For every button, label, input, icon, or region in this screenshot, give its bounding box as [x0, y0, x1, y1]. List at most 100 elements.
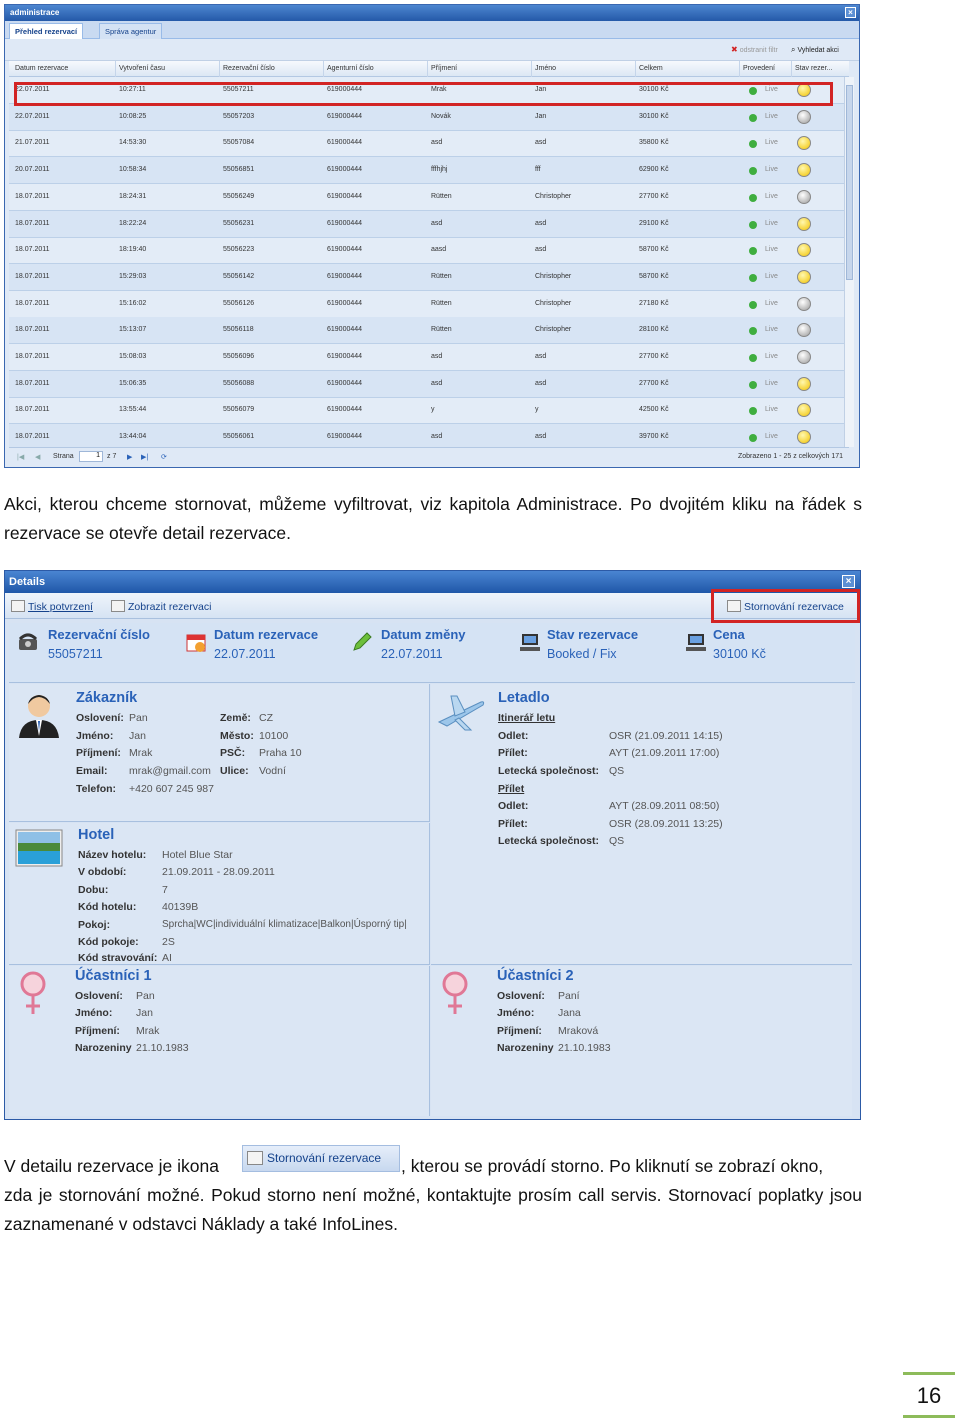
column-header[interactable]: Příjmení — [431, 65, 457, 72]
arrival-value: AYT (21.09.2011 17:00) — [609, 747, 720, 759]
table-cell-surname: Novák — [431, 112, 451, 120]
column-header[interactable]: Jméno — [535, 65, 556, 72]
grid-scrollbar[interactable] — [844, 77, 854, 447]
column-separator[interactable] — [427, 61, 428, 77]
smiley-yellow-icon[interactable] — [797, 269, 811, 284]
column-separator[interactable] — [323, 61, 324, 77]
table-cell-res: 55056061 — [223, 433, 255, 441]
smiley-yellow-icon[interactable] — [797, 216, 811, 231]
column-header[interactable]: Provedení — [743, 65, 775, 72]
details-window: Details × Tisk potvrzení Zobrazit rezerv… — [4, 570, 861, 1120]
printer-icon — [11, 600, 25, 612]
column-header[interactable]: Stav rezer... — [795, 65, 832, 72]
refresh-icon[interactable]: ⟳ — [161, 453, 167, 461]
table-row[interactable]: 18.07.2011 18:24:31 55056249 619000444 Rütte… — [9, 184, 849, 211]
column-separator[interactable] — [531, 61, 532, 77]
smiley-gray-icon[interactable] — [797, 323, 811, 338]
p1-name-value: Jan — [136, 1007, 153, 1019]
clear-filter-button[interactable]: ✖ odstranit filtr — [731, 45, 778, 54]
column-separator[interactable] — [635, 61, 636, 77]
phone-icon — [18, 633, 38, 650]
status-dot-icon — [749, 220, 757, 229]
table-row[interactable]: 18.07.2011 15:08:03 55056096 619000444 asd as… — [9, 344, 849, 371]
table-row[interactable]: 18.07.2011 13:44:04 55056061 619000444 asd as… — [9, 424, 849, 447]
table-cell-surname: asd — [431, 353, 443, 360]
airline-value: QS — [609, 765, 625, 777]
table-row[interactable]: 18.07.2011 15:13:07 55056118 619000444 Rütte… — [9, 317, 849, 345]
column-separator[interactable] — [791, 61, 792, 77]
column-separator[interactable] — [219, 61, 220, 77]
p1-surname-label: Příjmení: — [75, 1025, 120, 1037]
smiley-gray-icon[interactable] — [797, 350, 811, 364]
table-cell-time: 18:19:40 — [119, 246, 147, 254]
change-date-value: 22.07.2011 — [381, 647, 443, 661]
price-value: 30100 Kč — [713, 647, 766, 661]
next-page-icon[interactable]: ▶ — [127, 453, 132, 461]
table-row[interactable]: 18.07.2011 15:16:02 55056126 619000444 Rütte… — [9, 291, 849, 318]
tab-agency-management[interactable]: Správa agentur — [99, 23, 163, 39]
prev-page-icon[interactable]: ◀ — [35, 453, 40, 461]
table-cell-total: 27700 Kč — [639, 353, 669, 360]
smiley-yellow-icon[interactable] — [797, 243, 811, 258]
table-cell-name: asd — [535, 246, 547, 254]
smiley-gray-icon[interactable] — [797, 296, 811, 311]
tab-reservations-overview[interactable]: Přehled rezervací — [9, 23, 84, 40]
table-row[interactable]: 18.07.2011 18:19:40 55056223 619000444 aasd a… — [9, 237, 849, 265]
column-header[interactable]: Agenturní číslo — [327, 65, 374, 72]
show-reservation-button[interactable]: Zobrazit rezervaci — [111, 600, 211, 613]
search-action-button[interactable]: ⌕ Vyhledat akci — [791, 45, 839, 55]
table-cell-total: 62900 Kč — [639, 166, 669, 174]
smiley-yellow-icon[interactable] — [797, 403, 811, 418]
table-row[interactable]: 22.07.2011 10:08:25 55057203 619000444 Novák… — [9, 103, 849, 131]
status-dot-icon — [749, 407, 757, 416]
smiley-yellow-icon[interactable] — [797, 376, 811, 391]
column-separator[interactable] — [739, 61, 740, 77]
smiley-gray-icon[interactable] — [797, 189, 811, 204]
table-cell-status: Live — [765, 166, 778, 174]
page-label: Strana — [53, 453, 74, 460]
print-confirmation-button[interactable]: Tisk potvrzení — [11, 600, 93, 613]
column-header[interactable]: Vytvoření času — [119, 65, 165, 72]
table-row[interactable]: 18.07.2011 15:06:35 55056088 619000444 asd as… — [9, 370, 849, 398]
table-cell-surname: asd — [431, 139, 443, 147]
column-separator[interactable] — [115, 61, 116, 77]
page-input[interactable]: 1 — [79, 451, 103, 462]
table-cell-agency: 619000444 — [327, 406, 363, 414]
column-header[interactable]: Datum rezervace — [15, 65, 68, 72]
table-cell-date: 18.07.2011 — [15, 246, 50, 254]
table-cell-agency: 619000444 — [327, 246, 363, 254]
itinerary-link[interactable]: Itinerář letu — [498, 712, 555, 724]
column-header[interactable]: Celkem — [639, 65, 663, 72]
table-row[interactable]: 20.07.2011 10:58:34 55056851 619000444 fffhj… — [9, 157, 849, 185]
table-row[interactable]: 18.07.2011 13:55:44 55056079 619000444 y y 425… — [9, 397, 849, 425]
table-cell-time: 10:08:25 — [119, 112, 147, 120]
close-icon[interactable]: × — [845, 7, 856, 18]
status-dot-icon — [749, 247, 757, 256]
table-cell-agency: 619000444 — [327, 353, 363, 360]
hotel-name-label: Název hotelu: — [78, 849, 147, 861]
table-cell-res: 55056096 — [223, 353, 255, 360]
return-flight-link[interactable]: Přílet — [498, 783, 524, 795]
surname-label: Příjmení: — [76, 747, 121, 759]
hotel-name-value: Hotel Blue Star — [162, 849, 233, 861]
smiley-yellow-icon[interactable] — [797, 163, 811, 178]
last-page-icon[interactable]: ▶| — [141, 453, 148, 461]
table-cell-date: 18.07.2011 — [15, 272, 50, 280]
table-row[interactable]: 21.07.2011 14:53:30 55057084 619000444 asd as… — [9, 130, 849, 158]
table-row[interactable]: 18.07.2011 18:22:24 55056231 619000444 asd as… — [9, 210, 849, 238]
table-cell-agency: 619000444 — [327, 326, 363, 334]
table-cell-total: 58700 Kč — [639, 272, 669, 280]
table-cell-res: 55056126 — [223, 299, 255, 307]
table-row[interactable]: 18.07.2011 15:29:03 55056142 619000444 Rütte… — [9, 263, 849, 291]
pencil-icon — [353, 632, 372, 651]
first-page-icon[interactable]: |◀ — [17, 453, 24, 461]
airplane-icon — [437, 695, 485, 731]
smiley-yellow-icon[interactable] — [797, 430, 811, 445]
table-cell-total: 28100 Kč — [639, 326, 669, 334]
close-icon[interactable]: × — [842, 575, 855, 588]
column-header[interactable]: Rezervační číslo — [223, 65, 275, 72]
scrollbar-thumb[interactable] — [846, 85, 853, 280]
table-cell-surname: asd — [431, 379, 443, 387]
smiley-gray-icon[interactable] — [797, 109, 811, 124]
smiley-yellow-icon[interactable] — [797, 136, 811, 151]
